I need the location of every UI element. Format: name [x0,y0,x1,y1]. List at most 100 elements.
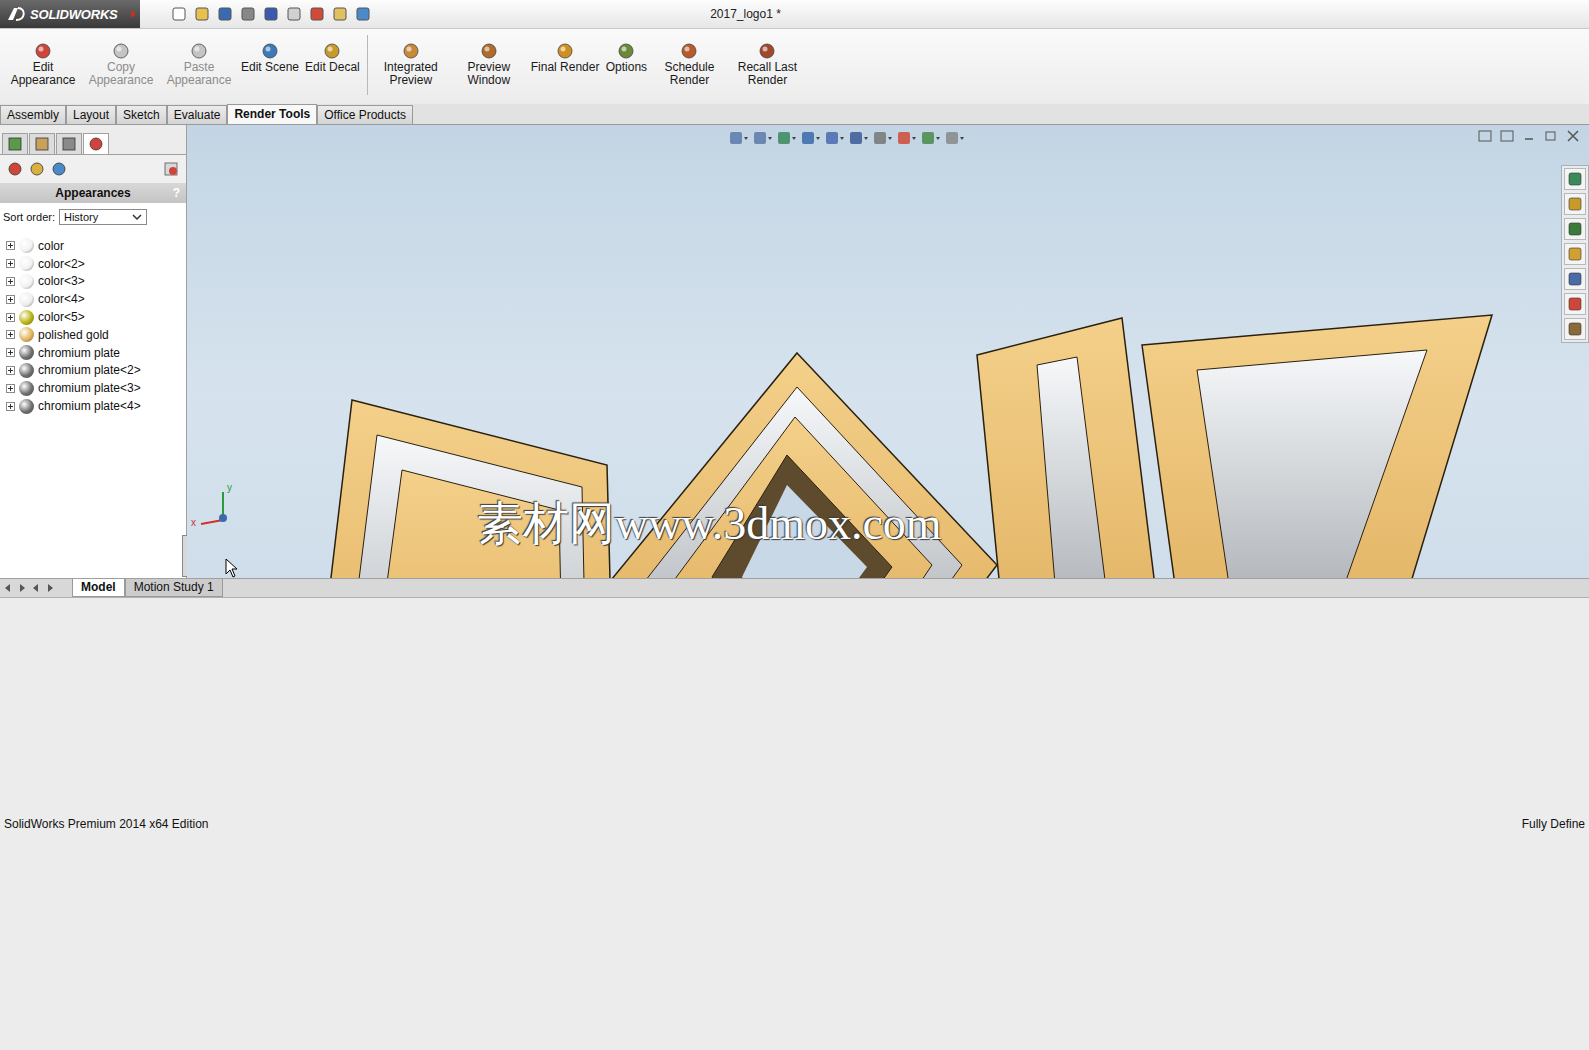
expand-icon[interactable] [6,402,15,411]
task-pane-tab[interactable] [1564,168,1586,190]
view-tool-icon[interactable] [751,129,773,147]
command-tab[interactable]: Office Products [317,105,413,124]
panel-tab[interactable] [56,133,82,154]
command-tab[interactable]: Layout [66,105,116,124]
appearance-item[interactable]: chromium plate<3> [0,379,186,397]
appearance-item[interactable]: color<3> [0,273,186,291]
window-control-icon[interactable] [1543,129,1559,143]
command-manager: Edit AppearanceCopy AppearancePaste Appe… [0,29,1589,104]
window-control-icon[interactable] [1521,129,1537,143]
appearance-item[interactable]: color [0,237,186,255]
quick-access-icon[interactable] [285,5,303,23]
tab-scroll-icon[interactable] [16,582,28,594]
status-definition: Fully Define [1522,817,1585,831]
graphics-area[interactable]: 素材网www.3dmox.comxy [187,125,1589,578]
view-tool-icon[interactable] [895,129,917,147]
view-tool-icon[interactable] [943,129,965,147]
model-tab[interactable]: Model [72,579,125,597]
command-tabs: AssemblyLayoutSketchEvaluateRender Tools… [0,104,1589,125]
ribbon-button-label: Options [606,61,647,74]
ribbon-button[interactable]: Preview Window [450,41,528,87]
quick-access-icon[interactable] [262,5,280,23]
expand-icon[interactable] [6,384,15,393]
view-tool-icon[interactable] [727,129,749,147]
menu-arrow-icon[interactable] [131,10,136,18]
view-tool-icon[interactable] [919,129,941,147]
expand-icon[interactable] [6,241,15,250]
ribbon-button[interactable]: Schedule Render [650,41,728,87]
expand-icon[interactable] [6,330,15,339]
sort-label: Sort order: [3,211,55,223]
view-tool-icon[interactable] [823,129,845,147]
expand-icon[interactable] [6,295,15,304]
ribbon-button-label: Edit Appearance [7,61,79,87]
panel-tab-icon [34,136,50,152]
view-tool-icon[interactable] [871,129,893,147]
ribbon-button[interactable]: Final Render [528,41,603,74]
quick-access-icon[interactable] [239,5,257,23]
expand-icon[interactable] [6,366,15,375]
ribbon-button[interactable]: Edit Decal [302,41,363,74]
view-tool-icon[interactable] [775,129,797,147]
task-pane-tab[interactable] [1564,293,1586,315]
command-tab[interactable]: Evaluate [167,105,228,124]
appearance-item[interactable]: color<2> [0,255,186,273]
appearance-item[interactable]: polished gold [0,326,186,344]
appearance-swatch [19,310,34,325]
task-pane-tab[interactable] [1564,243,1586,265]
window-control-icon[interactable] [1477,129,1493,143]
command-tab[interactable]: Sketch [116,105,167,124]
sort-dropdown[interactable]: History [59,209,147,225]
quick-access-icon[interactable] [308,5,326,23]
appearance-item[interactable]: chromium plate<4> [0,397,186,415]
appearance-filter-icon[interactable] [28,160,46,178]
appearance-swatch [19,363,34,378]
ribbon-button[interactable]: Integrated Preview [372,41,450,87]
ribbon-button[interactable]: Recall Last Render [728,41,806,87]
ribbon-button-label: Edit Decal [305,61,360,74]
panel-tab[interactable] [29,133,55,154]
appearance-options-icon[interactable] [162,160,180,178]
panel-tab[interactable] [2,133,28,154]
quick-access-icon[interactable] [354,5,372,23]
quick-access-icon[interactable] [193,5,211,23]
appearance-item[interactable]: color<4> [0,290,186,308]
command-tab[interactable]: Render Tools [227,104,317,124]
task-pane-tab[interactable] [1564,318,1586,340]
tab-scroll-icon[interactable] [30,582,42,594]
expand-icon[interactable] [6,313,15,322]
ribbon-button[interactable]: Edit Appearance [4,41,82,87]
quick-access-icon[interactable] [331,5,349,23]
ribbon-button-label: Integrated Preview [375,61,447,87]
model-part[interactable] [297,400,627,578]
view-tool-icon[interactable] [847,129,869,147]
appearance-item[interactable]: chromium plate<2> [0,362,186,380]
tab-scroll-icon[interactable] [44,582,56,594]
view-tool-icon[interactable] [799,129,821,147]
expand-icon[interactable] [6,277,15,286]
expand-icon[interactable] [6,259,15,268]
appearance-item[interactable]: color<5> [0,308,186,326]
ribbon-button[interactable]: Options [602,41,650,74]
model-part[interactable] [1142,315,1492,578]
window-control-icon[interactable] [1499,129,1515,143]
tab-scroll-icon[interactable] [2,582,14,594]
quick-access-icon[interactable] [216,5,234,23]
task-pane-tab[interactable] [1564,218,1586,240]
task-pane-tab[interactable] [1564,193,1586,215]
ribbon-button[interactable]: Edit Scene [238,41,302,74]
command-tab[interactable]: Assembly [0,105,66,124]
window-control-icon[interactable] [1565,129,1581,143]
quick-access-icon[interactable] [170,5,188,23]
expand-icon[interactable] [6,348,15,357]
help-button[interactable]: ? [173,186,180,200]
panel-tab[interactable] [83,133,109,154]
model-tab[interactable]: Motion Study 1 [125,579,223,597]
ribbon-tool-icon [757,41,777,61]
appearance-item[interactable]: chromium plate [0,344,186,362]
ribbon-button-label: Recall Last Render [731,61,803,87]
appearance-filter-icon[interactable] [50,160,68,178]
app-logo[interactable]: SOLIDWORKS [0,0,140,28]
appearance-filter-icon[interactable] [6,160,24,178]
task-pane-tab[interactable] [1564,268,1586,290]
